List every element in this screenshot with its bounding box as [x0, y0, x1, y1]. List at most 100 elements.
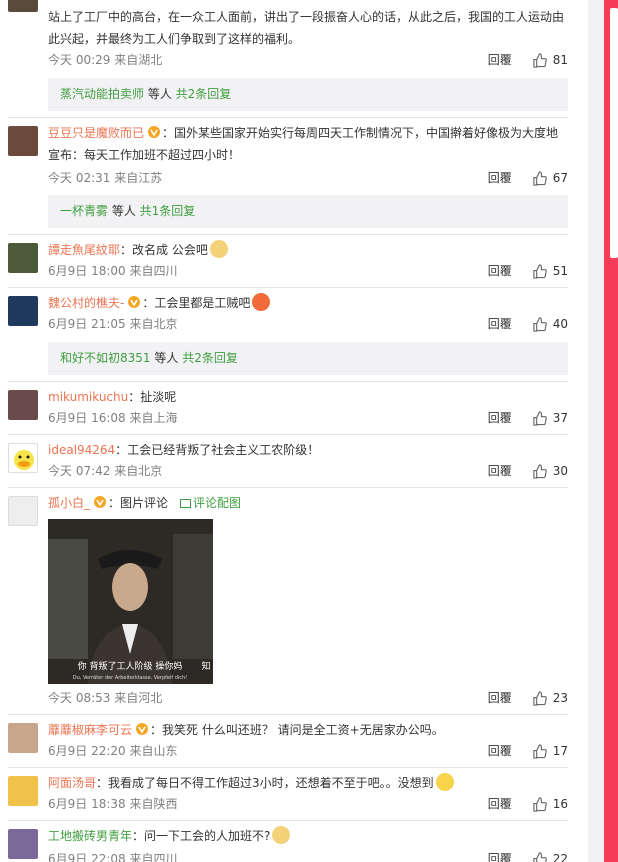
like-button[interactable]: 51 — [532, 261, 568, 281]
comment-item: 工地搬砖男青年：问一下工会的人加班不? 6月9日 22:08 来自四川 回覆 2… — [0, 821, 588, 862]
thumbs-up-icon — [533, 463, 547, 479]
avatar[interactable] — [8, 443, 38, 473]
reply-button[interactable]: 回覆 — [488, 314, 512, 334]
comment-actions: 回覆 37 — [488, 408, 568, 428]
comment-body: ：扯淡呢 — [128, 390, 177, 404]
comment-actions: 回覆 30 — [488, 461, 568, 481]
sub-reply-count[interactable]: 共1条回复 — [140, 204, 196, 218]
thumbs-up-icon — [533, 170, 547, 186]
comment-body: ：图片评论 — [108, 496, 169, 510]
comment-photo[interactable]: 你 背叛了工人阶级 操你妈 Du, Verräter der Arbeiterk… — [48, 519, 213, 684]
like-button[interactable]: 81 — [532, 50, 568, 70]
reply-button[interactable]: 回覆 — [488, 794, 512, 814]
like-count: 17 — [552, 744, 568, 758]
sub-reply-users[interactable]: 一杯青雾 — [60, 204, 108, 218]
thumbs-up-icon — [533, 743, 547, 759]
reply-button[interactable]: 回覆 — [488, 408, 512, 428]
comment-actions: 回覆 81 — [488, 50, 568, 70]
avatar[interactable] — [8, 776, 38, 806]
comment-text: 工地搬砖男青年：问一下工会的人加班不? — [48, 825, 568, 847]
sub-reply-mid: 等人 — [144, 87, 176, 101]
sub-reply-bar[interactable]: 一杯青雾 等人 共1条回复 — [48, 195, 568, 228]
sub-reply-bar[interactable]: 和好不如初8351 等人 共2条回复 — [48, 342, 568, 375]
laughing-emoji-icon — [252, 293, 271, 311]
username[interactable]: 阿面汤哥 — [48, 776, 96, 790]
comment-body: ：工会里都是工贼吧 — [142, 296, 251, 310]
sub-reply-count[interactable]: 共2条回复 — [176, 87, 232, 101]
comment-actions: 回覆 17 — [488, 741, 568, 761]
reply-button[interactable]: 回覆 — [488, 688, 512, 708]
like-button[interactable]: 17 — [532, 741, 568, 761]
thumbs-up-icon — [533, 851, 547, 862]
comment-meta: 今天 00:29 来自湖北 — [48, 53, 163, 67]
sub-reply-mid: 等人 — [108, 204, 140, 218]
reply-button[interactable]: 回覆 — [488, 849, 512, 862]
like-button[interactable]: 40 — [532, 314, 568, 334]
sidebar-card[interactable] — [610, 8, 618, 258]
username[interactable]: ideal94264 — [48, 443, 115, 457]
comment-meta: 6月9日 18:38 来自陕西 — [48, 797, 178, 811]
avatar[interactable] — [8, 496, 38, 526]
reply-button[interactable]: 回覆 — [488, 50, 512, 70]
avatar[interactable] — [8, 829, 38, 859]
username[interactable]: 譚走魚尾紋耶 — [48, 243, 120, 257]
comment-actions: 回覆 22 — [488, 849, 568, 862]
comment-meta: 6月9日 16:08 来自上海 — [48, 411, 178, 425]
username[interactable]: 豆豆只是魔败而已 — [48, 126, 144, 140]
like-button[interactable]: 16 — [532, 794, 568, 814]
reply-button[interactable]: 回覆 — [488, 461, 512, 481]
like-count: 37 — [552, 411, 568, 425]
avatar[interactable] — [8, 126, 38, 156]
avatar[interactable] — [8, 0, 38, 12]
thumbs-up-icon — [533, 263, 547, 279]
comment-text: 阿面汤哥：我看成了每日不得工作超过3小时，还想着不至于吧。。没想到 — [48, 772, 568, 794]
avatar[interactable] — [8, 390, 38, 420]
like-count: 51 — [552, 264, 568, 278]
username[interactable]: 工地搬砖男青年 — [48, 829, 132, 843]
like-button[interactable]: 67 — [532, 168, 568, 188]
comment-text: 孤小白_ ：图片评论 评论配图 — [48, 492, 568, 514]
reply-button[interactable]: 回覆 — [488, 741, 512, 761]
sub-reply-count[interactable]: 共2条回复 — [182, 351, 238, 365]
like-count: 23 — [552, 691, 568, 705]
view-picture-link[interactable]: 评论配图 — [193, 496, 241, 510]
sub-reply-bar[interactable]: 蒸汽动能拍卖师 等人 共2条回复 — [48, 78, 568, 111]
comment-body: ：改名成 公会吧 — [120, 243, 208, 257]
reply-button[interactable]: 回覆 — [488, 261, 512, 281]
avatar[interactable] — [8, 243, 38, 273]
comment-meta: 6月9日 21:05 来自北京 — [48, 317, 178, 331]
comment-text: 魏公村的樵夫- ：工会里都是工贼吧 — [48, 292, 568, 314]
sub-reply-users[interactable]: 和好不如初8351 — [60, 351, 151, 365]
sub-reply-users[interactable]: 蒸汽动能拍卖师 — [60, 87, 144, 101]
like-button[interactable]: 37 — [532, 408, 568, 428]
comment-body: ：问一下工会的人加班不? — [132, 829, 271, 843]
comment-meta: 6月9日 22:20 来自山东 — [48, 744, 178, 758]
comment-actions: 回覆 16 — [488, 794, 568, 814]
comment-item: 蘼蘼椒麻李可云 ：我笑死 什么叫还班？ 请问是全工资+无居家办公吗。 6月9日 2… — [0, 715, 588, 767]
like-count: 22 — [552, 852, 568, 862]
username[interactable]: 魏公村的樵夫- — [48, 296, 124, 310]
comment-text: 豆豆只是魔败而已 ：国外某些国家开始实行每周四天工作制情况下，中国擀着好像极为大度… — [48, 122, 568, 166]
comment-text: mikumikuchu：扯淡呢 — [48, 386, 568, 408]
reply-button[interactable]: 回覆 — [488, 168, 512, 188]
movie-still-image: 你 背叛了工人阶级 操你妈 Du, Verräter der Arbeiterk… — [48, 519, 213, 684]
duck-icon — [14, 450, 34, 470]
username[interactable]: 孤小白_ — [48, 496, 90, 510]
comment-item: mikumikuchu：扯淡呢 6月9日 16:08 来自上海 回覆 37 — [0, 382, 588, 434]
comment-actions: 回覆 67 — [488, 168, 568, 188]
comment-item: 魏公村的樵夫- ：工会里都是工贼吧 6月9日 21:05 来自北京 回覆 40 — [0, 288, 588, 340]
like-button[interactable]: 22 — [532, 849, 568, 862]
username[interactable]: mikumikuchu — [48, 390, 128, 404]
like-button[interactable]: 23 — [532, 688, 568, 708]
page: 站上了工厂中的高台，在一众工人面前，讲出了一段振奋人心的话，从此之后，我国的工人… — [0, 0, 618, 862]
cat-emoji-icon — [209, 240, 228, 258]
like-button[interactable]: 30 — [532, 461, 568, 481]
comment-body: ：我看成了每日不得工作超过3小时，还想着不至于吧。。没想到 — [96, 776, 434, 790]
avatar[interactable] — [8, 723, 38, 753]
comment-item: 譚走魚尾紋耶：改名成 公会吧 6月9日 18:00 来自四川 回覆 51 — [0, 235, 588, 287]
username[interactable]: 蘼蘼椒麻李可云 — [48, 723, 132, 737]
like-count: 67 — [552, 171, 568, 185]
photo-caption-cn: 你 背叛了工人阶级 操你妈 — [78, 660, 183, 672]
comment-item: ideal94264：工会已经背叛了社会主义工农阶级！ 今天 07:42 来自北… — [0, 435, 588, 487]
avatar[interactable] — [8, 296, 38, 326]
